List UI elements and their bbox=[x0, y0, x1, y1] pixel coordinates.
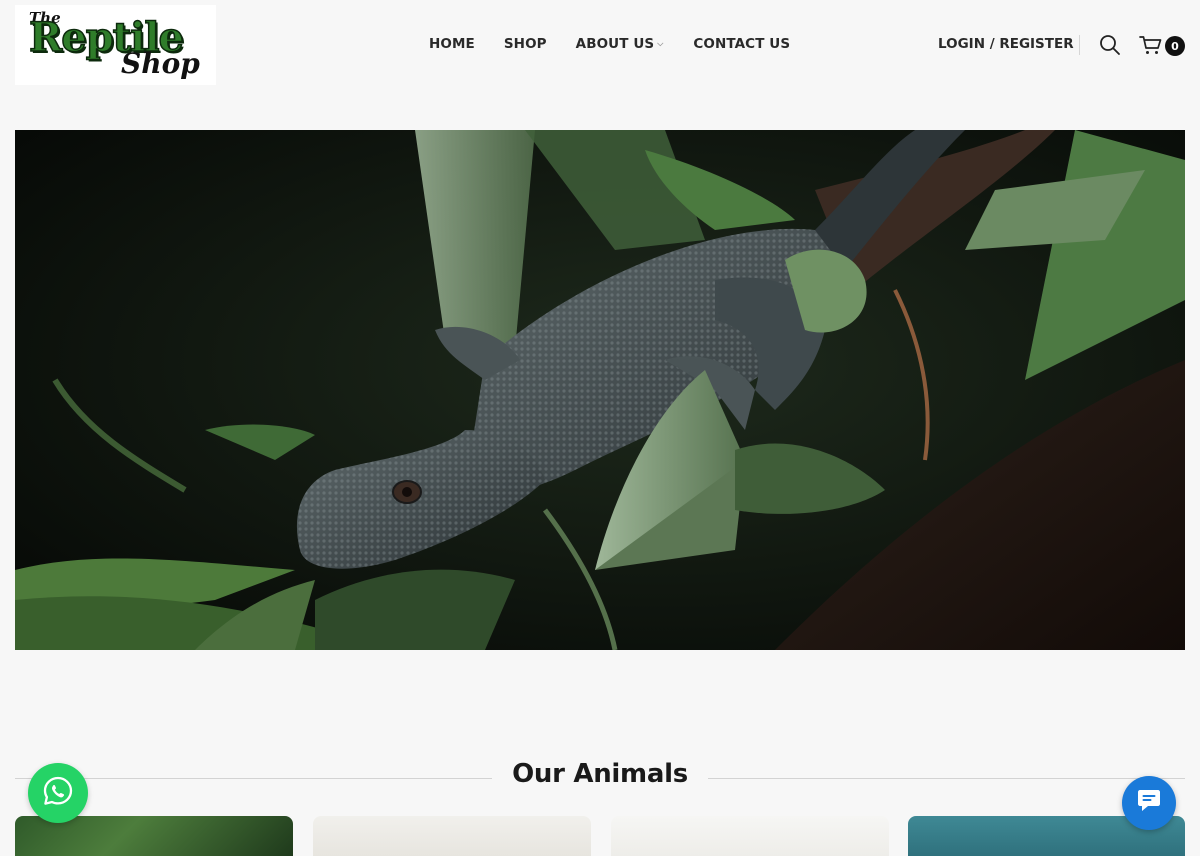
search-icon[interactable] bbox=[1098, 33, 1122, 57]
whatsapp-icon bbox=[41, 774, 75, 813]
login-register-link[interactable]: LOGIN / REGISTER bbox=[938, 36, 1074, 52]
nav-item-contact-us[interactable]: CONTACT US bbox=[693, 36, 790, 52]
logo-text-shop: Shop bbox=[121, 47, 200, 80]
nav-item-shop[interactable]: SHOP bbox=[504, 36, 547, 52]
nav-item-home[interactable]: HOME bbox=[429, 36, 475, 52]
nav-label: HOME bbox=[429, 36, 475, 52]
nav-item-about-us[interactable]: ABOUT US ⌵ bbox=[576, 36, 664, 52]
section-title: Our Animals bbox=[512, 759, 688, 789]
hero-image bbox=[15, 130, 1185, 650]
section-divider-left bbox=[15, 778, 492, 779]
cart-icon[interactable] bbox=[1138, 33, 1164, 57]
nav-label: ABOUT US bbox=[575, 36, 655, 52]
whatsapp-button[interactable] bbox=[28, 763, 88, 823]
chat-icon bbox=[1134, 787, 1164, 820]
cart-count-badge: 0 bbox=[1165, 36, 1185, 56]
site-logo[interactable]: The Reptile Shop bbox=[15, 5, 216, 85]
nav-label: SHOP bbox=[503, 36, 547, 52]
section-divider-right bbox=[708, 778, 1185, 779]
animal-card-3[interactable] bbox=[611, 816, 889, 856]
animal-card-2[interactable] bbox=[313, 816, 591, 856]
chevron-down-icon: ⌵ bbox=[657, 39, 664, 48]
nav-label: CONTACT US bbox=[693, 36, 791, 52]
header-divider bbox=[1079, 35, 1080, 55]
main-nav: HOME SHOP ABOUT US ⌵ CONTACT US bbox=[429, 36, 790, 52]
live-chat-button[interactable] bbox=[1122, 776, 1176, 830]
